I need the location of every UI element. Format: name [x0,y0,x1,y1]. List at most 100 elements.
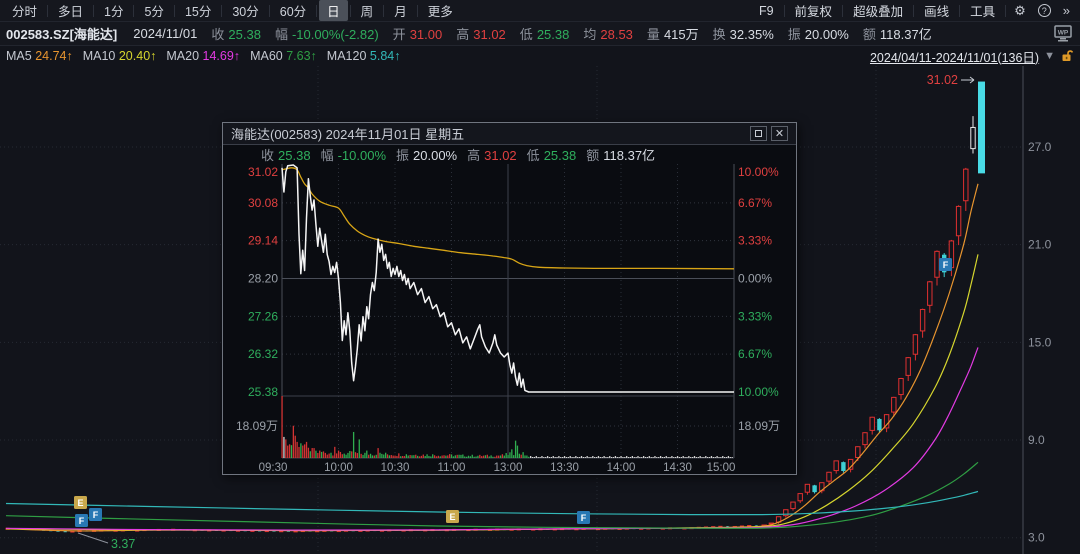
tab-60分[interactable]: 60分 [272,0,314,21]
tab-多日[interactable]: 多日 [50,0,91,21]
chevron-down-icon[interactable]: ▼ [1044,50,1055,62]
main-axis-label: 27.0 [1028,140,1052,154]
quote-field-收: 收 25.38 [211,27,261,42]
tab-30分[interactable]: 30分 [224,0,266,21]
tab-周[interactable]: 周 [353,0,382,21]
ma-legend-bar: MA5 24.74↑ MA10 20.40↑ MA20 14.69↑ MA60 7.6… [0,46,1080,66]
tab-日[interactable]: 日 [319,0,348,21]
popup-volume-axis-label: 18.09万 [236,419,278,433]
divider [268,4,270,17]
quote-field-换: 换 32.35% [712,27,774,42]
popup-left-axis-label: 27.26 [248,309,278,323]
tab-15分[interactable]: 15分 [177,0,219,21]
svg-text:F: F [943,260,949,270]
popup-stat-低: 低 25.38 [526,148,577,163]
popup-time-label: 14:30 [663,462,692,474]
high-price-annotation: 31.02 [927,73,958,87]
ma-items: MA5 24.74↑ MA10 20.40↑ MA20 14.69↑ MA60 7.6… [6,49,410,63]
quote-date: 2024/11/01 [133,26,198,41]
ma-legend-MA10: MA10 20.40↑ [82,49,157,63]
main-axis-label: 21.0 [1028,238,1052,252]
tab-5分[interactable]: 5分 [136,0,171,21]
popup-title-bar[interactable]: 海能达(002583) 2024年11月01日 星期五 ✕ [223,123,796,145]
main-axis-label: 15.0 [1028,335,1052,349]
tab-月[interactable]: 月 [386,0,415,21]
quote-field-振: 振 20.00% [787,27,849,42]
intraday-chart[interactable]: 31.02 30.08 29.14 28.20 27.26 26.32 25.38 10.00… [223,164,796,476]
event-badge-E[interactable]: E [74,496,87,509]
popup-left-axis-label: 31.02 [248,165,278,179]
popup-title: 海能达(002583) 2024年11月01日 星期五 [231,127,465,142]
quote-field-高: 高 31.02 [456,27,506,42]
event-badge-F[interactable]: F [75,514,88,527]
popup-time-label: 13:30 [550,462,579,474]
unlock-icon[interactable] [1060,49,1074,63]
popup-right-axis-label: 3.33% [738,309,772,323]
toolbar-button-画线[interactable]: 画线 [916,0,957,21]
popup-volume-axis-label: 18.09万 [738,419,780,433]
date-range-selector[interactable]: 2024/04/11-2024/11/01(136日) [870,47,1039,66]
event-badge-F[interactable]: F [939,258,952,271]
popup-stat-幅: 幅 -10.00% [320,148,386,163]
svg-text:E: E [77,498,83,508]
trading-app-window: 分时 多日 1分 5分 15分 30分 60分日周月更多 F9 前复权 超级叠加 画线 工具 ⚙ ?… [0,0,1080,554]
help-icon[interactable]: ? [1037,4,1051,17]
svg-text:F: F [581,513,587,523]
svg-text:E: E [449,512,455,522]
popup-time-label: 11:00 [438,462,466,474]
tab-更多[interactable]: 更多 [420,0,461,21]
event-badge-F[interactable]: F [89,508,102,521]
quote-field-额: 额 118.37亿 [862,27,932,42]
ma-legend-MA120: MA120 5.84↑ [326,49,401,63]
main-axis-label: 9.0 [1028,433,1045,447]
divider [221,4,223,17]
more-chevrons-icon[interactable]: » [1057,3,1076,18]
popup-close-button[interactable]: ✕ [771,126,788,141]
divider [47,4,49,17]
quote-field-均: 均 28.53 [583,27,633,42]
settings-gear-icon[interactable]: ⚙ [1008,3,1032,19]
popup-right-axis-label: 6.67% [738,347,772,361]
popup-left-axis-label: 25.38 [248,385,278,399]
popup-left-axis-label: 29.14 [248,234,278,248]
event-badge-F[interactable]: F [577,511,590,524]
tab-1分[interactable]: 1分 [96,0,131,21]
popup-right-axis-label: 0.00% [738,272,772,286]
min-price-annotation: 3.37 [111,537,135,551]
svg-text:F: F [79,516,85,526]
svg-text:WP: WP [1058,29,1069,36]
tab-分时[interactable]: 分时 [4,0,45,21]
popup-left-axis-label: 30.08 [248,196,278,210]
divider [783,4,785,17]
event-badge-E[interactable]: E [446,510,459,523]
ma-legend-MA5: MA5 24.74↑ [6,49,73,63]
toolbar-button-F9[interactable]: F9 [751,3,782,19]
divider [316,4,318,17]
popup-time-label: 09:30 [259,462,288,474]
toolbar-button-超级叠加[interactable]: 超级叠加 [845,0,911,21]
toolbar-right: F9 前复权 超级叠加 画线 工具 ⚙ ? » [751,0,1076,21]
wp-monitor-icon[interactable]: WP [1052,24,1074,43]
popup-stat-额: 额 118.37亿 [586,148,656,163]
popup-right-axis-label: 10.00% [738,385,779,399]
divider [349,4,351,17]
quote-info-bar: 002583.SZ[海能达] 2024/11/01 收 25.38 幅 -10.00%… [0,22,1080,46]
toolbar-button-工具[interactable]: 工具 [962,0,1003,21]
popup-time-label: 13:00 [494,462,523,474]
popup-time-label: 10:30 [381,462,410,474]
divider [173,4,175,17]
toolbar-button-前复权[interactable]: 前复权 [787,0,841,21]
popup-right-axis-label: 10.00% [738,165,779,179]
period-tabs: 分时 多日 1分 5分 15分 30分 60分日周月更多 [4,0,461,21]
divider [913,4,915,17]
popup-stat-振: 振 20.00% [396,148,458,163]
popup-time-label: 14:00 [607,462,636,474]
divider [133,4,135,17]
ma-legend-MA60: MA60 7.63↑ [250,49,317,63]
divider [842,4,844,17]
chart-region: 27.0 21.0 15.0 9.0 3.0 E F F E F F 31.02 3.37 海能达(00… [0,66,1080,554]
divider [93,4,95,17]
popup-maximize-button[interactable] [750,126,767,141]
stock-code[interactable]: 002583.SZ[海能达] [6,24,117,43]
divider [959,4,961,17]
